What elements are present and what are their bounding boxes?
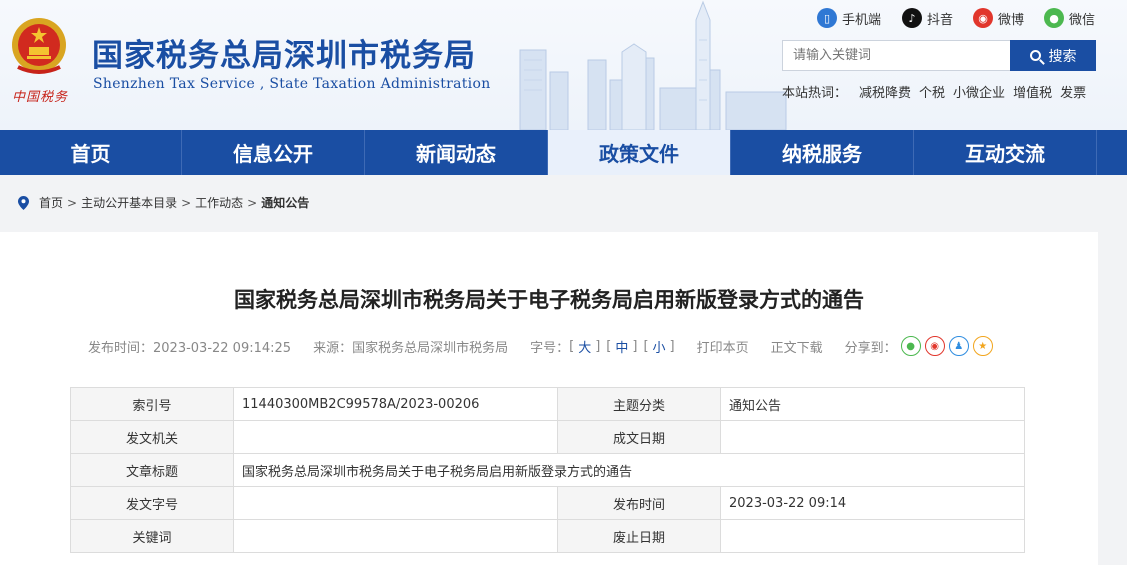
nav-item-tax-service[interactable]: 纳税服务 [731,130,914,175]
table-row: 索引号 11440300MB2C99578A/2023-00206 主题分类 通… [70,387,1025,421]
font-size-label: 字号： [530,340,570,356]
share-qzone-icon[interactable]: ★ [972,336,993,356]
nav-item-interaction[interactable]: 互动交流 [914,130,1097,175]
weibo-label: 微博 [998,12,1025,28]
nav-item-home[interactable]: 首页 [0,130,182,175]
hot-term[interactable]: 发票 [1060,82,1086,101]
article-title: 国家税务总局深圳市税务局关于电子税务局启用新版登录方式的通告 [234,288,864,312]
download-button[interactable]: 正文下载 [771,337,823,356]
wechat-icon: ● [1044,8,1064,28]
share-weibo-icon[interactable]: ◉ [924,336,945,356]
breadcrumb-home[interactable]: 首页 [39,194,63,211]
phone-icon: ▯ [817,8,837,28]
font-size-large-button[interactable]: 大 [578,337,591,356]
font-size-small-button[interactable]: 小 [653,337,666,356]
topic-label: 主题分类 [557,387,721,421]
national-emblem-icon [12,18,66,74]
hot-terms: 本站热词： 减税降费 个税 小微企业 增值税 发票 [782,82,1094,101]
mobile-link[interactable]: ▯ 手机端 [817,8,881,28]
publish-time-value: 2023-03-22 09:14 [720,486,1025,520]
print-button[interactable]: 打印本页 [697,337,749,356]
subject-value: 国家税务总局深圳市税务局关于电子税务局启用新版登录方式的通告 [233,453,1025,487]
nav-item-policy[interactable]: 政策文件 [548,130,731,175]
location-pin-icon [18,195,29,210]
hot-terms-label: 本站热词： [782,86,848,101]
wechat-link[interactable]: ● 微信 [1044,8,1095,28]
nav-item-info-disclosure[interactable]: 信息公开 [182,130,365,175]
weibo-link[interactable]: ◉ 微博 [973,8,1024,28]
expiry-date-value [720,519,1025,553]
table-row: 关键词 废止日期 [70,519,1025,553]
douyin-label: 抖音 [927,12,954,28]
breadcrumb-work-news[interactable]: 工作动态 [195,194,243,211]
main-nav: 首页 信息公开 新闻动态 政策文件 纳税服务 互动交流 [0,130,1127,175]
site-subtitle: Shenzhen Tax Service , State Taxation Ad… [93,76,491,92]
douyin-icon: ♪ [902,8,922,28]
breadcrumb-separator: > [67,195,78,210]
search-button-label: 搜索 [1048,47,1077,64]
keywords-label: 关键词 [70,519,234,553]
hot-term[interactable]: 小微企业 [953,82,1005,101]
hot-term[interactable]: 增值税 [1013,82,1052,101]
wechat-label: 微信 [1069,12,1096,28]
document-info-table: 索引号 11440300MB2C99578A/2023-00206 主题分类 通… [70,387,1025,553]
hot-term[interactable]: 减税降费 [859,82,911,101]
article-source: 来源：国家税务总局深圳市税务局 [313,340,509,356]
city-skyline-illustration [519,0,787,130]
written-date-value [720,420,1025,454]
search-button[interactable]: 搜索 [1010,40,1096,71]
publish-time-label: 发布时间 [557,486,721,520]
keywords-value [233,519,558,553]
article-card: 国家税务总局深圳市税务局关于电子税务局启用新版登录方式的通告 发布时间：2023… [0,232,1098,565]
nav-item-news[interactable]: 新闻动态 [365,130,548,175]
written-date-label: 成文日期 [557,420,721,454]
share-label: 分享到： [844,340,897,356]
mobile-label: 手机端 [842,12,882,28]
douyin-link[interactable]: ♪ 抖音 [902,8,953,28]
issuer-label: 发文机关 [70,420,234,454]
issuer-value [233,420,558,454]
table-row: 文章标题 国家税务总局深圳市税务局关于电子税务局启用新版登录方式的通告 [70,453,1025,487]
breadcrumb-separator: > [247,195,258,210]
breadcrumb-separator: > [181,195,192,210]
subject-label: 文章标题 [70,453,234,487]
emblem-caption: 中国税务 [12,90,69,105]
search-icon [1029,50,1041,61]
breadcrumb: 首页 > 主动公开基本目录 > 工作动态 > 通知公告 [18,194,309,211]
publish-time: 发布时间：2023-03-22 09:14:25 [88,340,292,356]
share-wechat-icon[interactable]: ● [900,336,921,356]
doc-number-label: 发文字号 [70,486,234,520]
doc-number-value [233,486,558,520]
table-row: 发文机关 成文日期 [70,420,1025,454]
share-qq-icon[interactable]: ♟ [948,336,969,356]
site-header: 中国税务 国家税务总局深圳市税务局 Shenzhen Tax Service ,… [0,0,1127,130]
search-input[interactable] [782,40,1011,71]
table-row: 发文字号 发布时间 2023-03-22 09:14 [70,486,1025,520]
site-title[interactable]: 国家税务总局深圳市税务局 [92,30,476,75]
font-size-medium-button[interactable]: 中 [615,337,628,356]
article-meta: 发布时间：2023-03-22 09:14:25 来源：国家税务总局深圳市税务局… [88,336,993,356]
weibo-icon: ◉ [973,8,993,28]
breadcrumb-current[interactable]: 通知公告 [261,194,309,211]
topic-value: 通知公告 [720,387,1025,421]
expiry-date-label: 废止日期 [557,519,721,553]
hot-term[interactable]: 个税 [919,82,945,101]
breadcrumb-catalog[interactable]: 主动公开基本目录 [81,194,177,211]
index-label: 索引号 [70,387,234,421]
index-value: 11440300MB2C99578A/2023-00206 [233,387,558,421]
